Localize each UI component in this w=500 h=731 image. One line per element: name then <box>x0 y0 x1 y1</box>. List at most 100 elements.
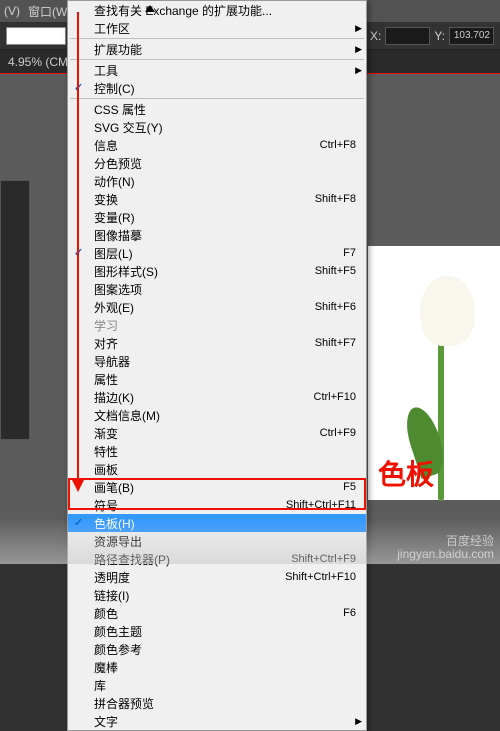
menu-item[interactable]: 图形样式(S)Shift+F5 <box>68 262 366 280</box>
menu-item[interactable]: 工作区 ▶ <box>68 19 366 37</box>
menu-item-label: 信息 <box>94 137 118 154</box>
menu-item-label: 库 <box>94 677 106 694</box>
menu-shortcut: Shift+Ctrl+F11 <box>286 499 356 511</box>
menu-item[interactable]: 库 <box>68 676 366 694</box>
menu-item[interactable]: 动作(N) <box>68 172 366 190</box>
menu-item-label: 导航器 <box>94 353 130 370</box>
menu-item[interactable]: 特性 <box>68 442 366 460</box>
menu-shortcut: F5 <box>343 481 356 493</box>
menu-item[interactable]: 对齐 Shift+F7 <box>68 334 366 352</box>
menu-item[interactable]: 变量(R) <box>68 208 366 226</box>
menu-item[interactable]: 颜色 F6 <box>68 604 366 622</box>
menu-item-label: 颜色 <box>94 605 118 622</box>
menu-item[interactable]: 路径查找器(P) Shift+Ctrl+F9 <box>68 550 366 568</box>
menu-item[interactable]: 分色预览 <box>68 154 366 172</box>
menu-item-label: 变换 <box>94 191 118 208</box>
menu-item[interactable]: 描边(K) Ctrl+F10 <box>68 388 366 406</box>
menu-item-label: 描边(K) <box>94 389 134 406</box>
menu-shortcut: Ctrl+F8 <box>320 139 356 151</box>
annotation-arrow-head <box>71 478 85 492</box>
menu-item-label: 文字 <box>94 713 118 730</box>
menu-item[interactable]: 资源导出 <box>68 532 366 550</box>
menu-item[interactable]: ✓ 色板(H) <box>68 514 366 532</box>
menu-item[interactable]: 变换 Shift+F8 <box>68 190 366 208</box>
menu-shortcut: Shift+Ctrl+F10 <box>285 571 356 583</box>
x-label: X: <box>370 29 381 43</box>
menu-item: 学习 <box>68 316 366 334</box>
menu-shortcut: F7 <box>343 247 356 259</box>
x-field[interactable] <box>385 27 430 45</box>
menu-shortcut: Shift+Ctrl+F9 <box>291 553 356 565</box>
collapsed-panel[interactable] <box>0 180 30 440</box>
menu-item-label: SVG 交互(Y) <box>94 119 163 136</box>
menu-item-label: 动作(N) <box>94 173 135 190</box>
artwork-flower <box>390 276 490 466</box>
menu-item-label: 颜色参考 <box>94 641 142 658</box>
menu-item[interactable]: 外观(E) Shift+F6 <box>68 298 366 316</box>
menu-item-label: 查找有关 Exchange 的扩展功能... <box>94 2 272 19</box>
watermark-line2: jingyan.baidu.com <box>397 548 494 561</box>
menu-item[interactable]: 查找有关 Exchange 的扩展功能... <box>68 1 366 19</box>
menu-item[interactable]: SVG 交互(Y) <box>68 118 366 136</box>
menu-item[interactable]: ✓ 控制(C) <box>68 79 366 97</box>
menu-item[interactable]: 画笔(B) F5 <box>68 478 366 496</box>
menu-separator <box>70 59 364 60</box>
menu-item[interactable]: CSS 属性 <box>68 100 366 118</box>
menu-item[interactable]: 拼合器预览 <box>68 694 366 712</box>
menu-item-label: 渐变 <box>94 425 118 442</box>
menu-item[interactable]: 信息 Ctrl+F8 <box>68 136 366 154</box>
check-icon: ✓ <box>74 81 86 93</box>
menu-item[interactable]: 颜色主题 <box>68 622 366 640</box>
menu-item-label: 路径查找器(P) <box>94 551 170 568</box>
menu-view[interactable]: (V) <box>4 4 20 18</box>
check-icon: ✓ <box>74 246 86 258</box>
menu-item-label: 工具 <box>94 62 118 79</box>
menu-shortcut: Shift+F7 <box>315 337 356 349</box>
menu-item[interactable]: 文字 ▶ <box>68 712 366 730</box>
menu-shortcut: Shift+F8 <box>315 193 356 205</box>
menu-item[interactable]: 工具▶ <box>68 61 366 79</box>
menu-item[interactable]: 扩展功能 ▶ <box>68 40 366 58</box>
menu-item-label: 控制(C) <box>94 80 135 97</box>
y-field[interactable]: 103.702 <box>449 27 494 45</box>
check-icon: ✓ <box>74 516 86 528</box>
menu-item-label: 画笔(B) <box>94 479 134 496</box>
menu-item[interactable]: 魔棒 <box>68 658 366 676</box>
menu-item-label: 魔棒 <box>94 659 118 676</box>
y-label: Y: <box>434 29 445 43</box>
annotation-label: 色板 <box>378 453 434 493</box>
submenu-arrow-icon: ▶ <box>355 23 362 34</box>
submenu-arrow-icon: ▶ <box>355 716 362 727</box>
menu-item[interactable]: 图案选项 <box>68 280 366 298</box>
fill-swatch[interactable] <box>6 27 66 45</box>
menu-item[interactable]: 导航器 <box>68 352 366 370</box>
menu-item[interactable]: 透明度Shift+Ctrl+F10 <box>68 568 366 586</box>
menu-item[interactable]: 链接(I) <box>68 586 366 604</box>
menu-item-label: 特性 <box>94 443 118 460</box>
menu-item-label: 对齐 <box>94 335 118 352</box>
menu-item-label: 图案选项 <box>94 281 142 298</box>
menu-window[interactable]: 窗口(W) <box>28 3 71 20</box>
menu-item[interactable]: 符号Shift+Ctrl+F11 <box>68 496 366 514</box>
menu-item[interactable]: 画板 <box>68 460 366 478</box>
menu-item[interactable]: 属性 <box>68 370 366 388</box>
menu-shortcut: F6 <box>343 607 356 619</box>
menu-item-label: 色板(H) <box>94 515 135 532</box>
menu-item-label: 画板 <box>94 461 118 478</box>
menu-item[interactable]: ✓图层(L)F7 <box>68 244 366 262</box>
menu-item[interactable]: 颜色参考 <box>68 640 366 658</box>
annotation-arrow <box>77 12 79 484</box>
menu-item[interactable]: 图像描摹 <box>68 226 366 244</box>
submenu-arrow-icon: ▶ <box>355 44 362 55</box>
menu-shortcut: Shift+F6 <box>315 301 356 313</box>
menu-shortcut: Shift+F5 <box>315 265 356 277</box>
menu-item[interactable]: 渐变 Ctrl+F9 <box>68 424 366 442</box>
menu-item-label: 资源导出 <box>94 533 142 550</box>
menu-item-label: 文档信息(M) <box>94 407 160 424</box>
menu-item-label: 扩展功能 <box>94 41 142 58</box>
menu-item-label: 工作区 <box>94 20 130 37</box>
menu-shortcut: Ctrl+F9 <box>320 427 356 439</box>
menu-item-label: 外观(E) <box>94 299 134 316</box>
menu-shortcut: Ctrl+F10 <box>314 391 357 403</box>
menu-item[interactable]: 文档信息(M) <box>68 406 366 424</box>
